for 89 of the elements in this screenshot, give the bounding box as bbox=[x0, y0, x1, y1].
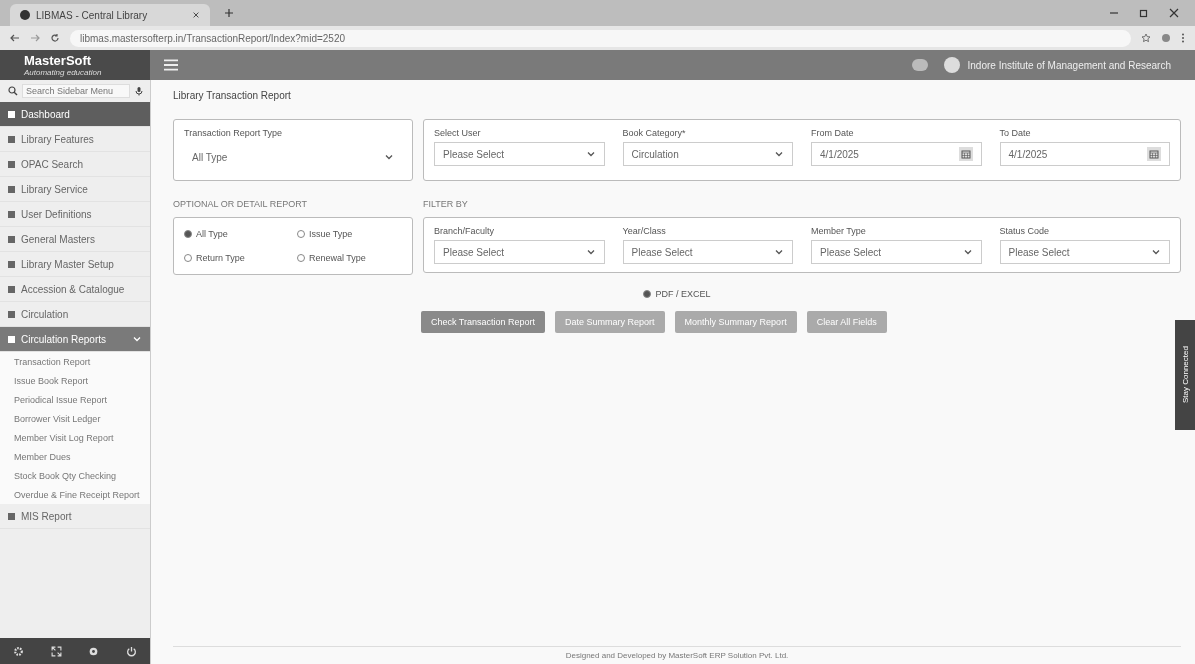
sidebar-item[interactable]: Library Features bbox=[0, 127, 150, 152]
address-field[interactable]: libmas.mastersofterp.in/TransactionReport/Index?mid=2520 bbox=[70, 29, 1131, 47]
close-icon[interactable] bbox=[1169, 8, 1179, 18]
plus-icon[interactable] bbox=[224, 8, 234, 18]
sidebar-item[interactable]: MIS Report bbox=[0, 504, 150, 529]
field-label: Book Category* bbox=[622, 128, 687, 138]
menu-item-icon bbox=[8, 310, 15, 318]
side-tab[interactable]: Stay Connected bbox=[1175, 320, 1195, 430]
sidebar-item[interactable]: Accession & Catalogue bbox=[0, 277, 150, 302]
chevron-down-icon bbox=[774, 149, 784, 159]
institute-name: Indore Institute of Management and Research bbox=[967, 59, 1171, 71]
date-field[interactable]: 4/1/2025 bbox=[811, 142, 982, 166]
microphone-icon[interactable] bbox=[134, 86, 144, 96]
menu-item-icon bbox=[8, 235, 15, 243]
power-icon[interactable] bbox=[125, 645, 137, 657]
field-label: Status Code bbox=[999, 226, 1051, 236]
sidebar-subitem[interactable]: Periodical Issue Report bbox=[0, 390, 150, 409]
field-label: Year/Class bbox=[622, 226, 667, 236]
sidebar-item[interactable]: User Definitions bbox=[0, 202, 150, 227]
footer-text: Designed and Developed by MasterSoft ERP Solution Pvt. Ltd. bbox=[173, 646, 1181, 664]
menu-item-icon bbox=[8, 135, 15, 143]
field-label: To Date bbox=[999, 128, 1032, 138]
format-radio[interactable]: PDF / EXCEL bbox=[643, 289, 711, 299]
sidebar-subitem[interactable]: Issue Book Report bbox=[0, 371, 150, 390]
back-icon[interactable] bbox=[10, 33, 20, 43]
report-button[interactable]: Check Transaction Report bbox=[421, 311, 546, 333]
sidebar-item[interactable]: General Masters bbox=[0, 227, 150, 252]
sidebar-item[interactable]: Library Service bbox=[0, 177, 150, 202]
menu-item-icon bbox=[8, 210, 15, 218]
expand-icon[interactable] bbox=[50, 645, 62, 657]
restore-icon[interactable] bbox=[1139, 8, 1149, 18]
select-field[interactable]: Please Select bbox=[434, 142, 605, 166]
chevron-down-icon bbox=[585, 149, 596, 159]
field-label: Select User bbox=[434, 128, 482, 138]
search-field[interactable]: Search Sidebar Menu bbox=[22, 84, 130, 98]
sidebar-item[interactable]: OPAC Search bbox=[0, 152, 150, 177]
radio-option[interactable]: Renewal Type bbox=[297, 250, 402, 266]
sidebar-subitem[interactable]: Overdue & Fine Receipt Report bbox=[0, 485, 150, 504]
menu-icon[interactable] bbox=[164, 59, 178, 71]
sidebar-item[interactable]: Circulation Reports bbox=[0, 327, 150, 352]
chevron-down-icon bbox=[774, 247, 784, 257]
radio-option[interactable]: Issue Type bbox=[297, 226, 402, 242]
date-field[interactable]: 4/1/2025 bbox=[999, 142, 1170, 166]
browser-tab[interactable]: LIBMAS - Central Library bbox=[10, 4, 210, 26]
select-field[interactable]: Please Select bbox=[811, 240, 982, 264]
radio-option[interactable]: All Type bbox=[184, 226, 289, 242]
sidebar-subitem[interactable]: Member Dues bbox=[0, 447, 150, 466]
calendar-icon[interactable] bbox=[958, 147, 973, 161]
select-field[interactable]: Please Select bbox=[622, 240, 793, 264]
page-title: Library Transaction Report bbox=[173, 90, 292, 101]
star-icon[interactable] bbox=[1141, 33, 1151, 43]
chevron-icon bbox=[132, 334, 142, 344]
radio-option[interactable]: Return Type bbox=[184, 250, 289, 266]
menu-item-icon bbox=[8, 512, 15, 520]
menu-item-icon bbox=[8, 335, 15, 343]
chevron-down-icon bbox=[384, 152, 394, 162]
sidebar-subitem[interactable]: Transaction Report bbox=[0, 352, 150, 371]
search-icon bbox=[8, 86, 18, 96]
section-heading: OPTIONAL OR DETAIL REPORT bbox=[173, 199, 309, 209]
more-icon[interactable] bbox=[1181, 33, 1185, 43]
section-heading: FILTER BY bbox=[423, 199, 469, 209]
calendar-icon[interactable] bbox=[1147, 147, 1161, 161]
chevron-down-icon bbox=[585, 247, 596, 257]
menu-item-icon bbox=[8, 260, 15, 268]
sidebar-subitem[interactable]: Stock Book Qty Checking bbox=[0, 466, 150, 485]
menu-item-icon bbox=[8, 160, 15, 168]
menu-item-icon bbox=[8, 185, 15, 193]
avatar-icon[interactable] bbox=[943, 57, 960, 73]
site-icon bbox=[20, 10, 30, 20]
select-field[interactable]: Please Select bbox=[999, 240, 1170, 264]
field-label: Branch/Faculty bbox=[434, 226, 496, 236]
close-icon[interactable] bbox=[192, 11, 200, 19]
select-field[interactable]: Please Select bbox=[434, 240, 605, 264]
chevron-down-icon bbox=[962, 247, 973, 257]
profile-icon[interactable] bbox=[1161, 33, 1171, 43]
menu-item-icon bbox=[8, 110, 15, 118]
sidebar-subitem[interactable]: Borrower Visit Ledger bbox=[0, 409, 150, 428]
logo: MasterSoft Automating education bbox=[0, 50, 150, 80]
chevron-down-icon bbox=[1151, 247, 1161, 257]
settings-icon[interactable] bbox=[13, 645, 25, 657]
select-field[interactable]: Circulation bbox=[622, 142, 793, 166]
sidebar-item[interactable]: Dashboard bbox=[0, 102, 150, 127]
field-label: From Date bbox=[811, 128, 855, 138]
field-label: Member Type bbox=[811, 226, 867, 236]
sidebar-subitem[interactable]: Member Visit Log Report bbox=[0, 428, 150, 447]
field-label: Transaction Report Type bbox=[184, 128, 284, 138]
menu-item-icon bbox=[8, 285, 15, 293]
reload-icon[interactable] bbox=[50, 33, 60, 43]
sidebar-item[interactable]: Library Master Setup bbox=[0, 252, 150, 277]
